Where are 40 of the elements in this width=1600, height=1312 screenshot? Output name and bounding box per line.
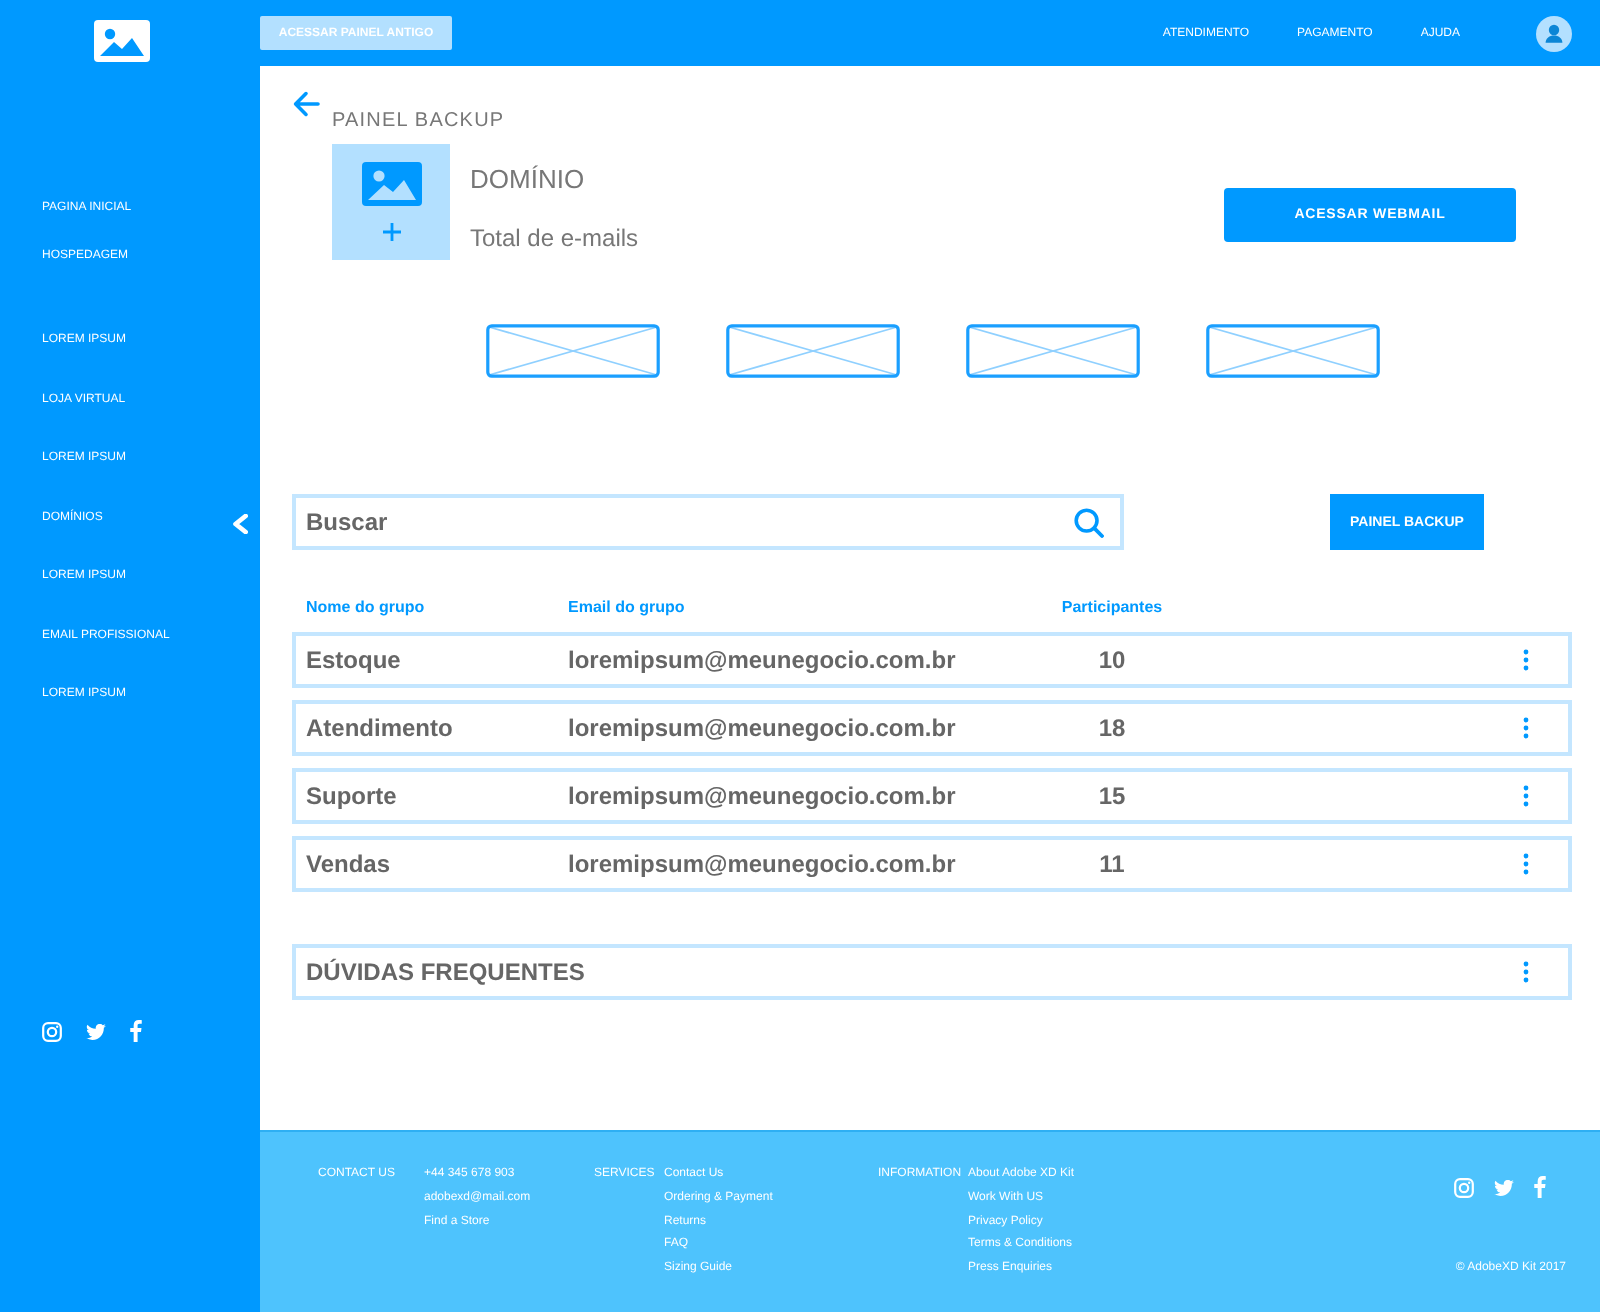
plus-icon xyxy=(381,222,401,242)
more-options-icon[interactable] xyxy=(1522,852,1530,876)
more-options-icon[interactable] xyxy=(1522,784,1530,808)
image-upload-tile[interactable] xyxy=(332,144,450,260)
table-cell: loremipsum@meunegocio.com.br xyxy=(568,782,956,810)
table-cell: 10 xyxy=(1098,646,1126,674)
more-options-icon[interactable] xyxy=(1522,960,1530,984)
twitter-icon[interactable] xyxy=(1494,1179,1514,1195)
logo-icon[interactable] xyxy=(94,20,150,62)
image-icon xyxy=(361,162,421,206)
table-cell: loremipsum@meunegocio.com.br xyxy=(568,646,956,674)
table-cell: loremipsum@meunegocio.com.br xyxy=(568,850,956,878)
chevron-left-icon[interactable] xyxy=(232,514,248,534)
instagram-icon[interactable] xyxy=(1454,1177,1474,1197)
table-cell: Suporte xyxy=(306,782,397,810)
more-options-icon[interactable] xyxy=(1522,716,1530,740)
faq-panel[interactable]: DÚVIDAS FREQUENTES xyxy=(292,944,1572,1000)
table-cell: Estoque xyxy=(306,646,401,674)
column-header: Participantes xyxy=(1061,598,1163,618)
column-header: Email do grupo xyxy=(568,598,685,618)
search-field[interactable]: Buscar xyxy=(292,494,1124,550)
column-header: Nome do grupo xyxy=(306,598,425,618)
twitter-icon[interactable] xyxy=(86,1023,106,1039)
faq-title: DÚVIDAS FREQUENTES xyxy=(306,958,585,986)
facebook-icon[interactable] xyxy=(1534,1176,1546,1198)
search-icon[interactable] xyxy=(1074,507,1104,537)
table-cell: 15 xyxy=(1098,782,1126,810)
user-avatar-icon[interactable] xyxy=(1536,15,1572,51)
table-cell: Atendimento xyxy=(306,714,453,742)
section-label: PAINEL BACKUP xyxy=(332,110,505,134)
back-arrow-icon[interactable] xyxy=(292,90,320,118)
email-total-label: Total de e-mails xyxy=(470,222,639,254)
domain-title: DOMÍNIO xyxy=(470,164,585,196)
facebook-icon[interactable] xyxy=(130,1020,142,1042)
table-cell: Vendas xyxy=(306,850,391,878)
table-cell: loremipsum@meunegocio.com.br xyxy=(568,714,956,742)
table-cell: 18 xyxy=(1098,714,1126,742)
table-cell: 11 xyxy=(1099,850,1125,878)
more-options-icon[interactable] xyxy=(1522,648,1530,672)
instagram-icon[interactable] xyxy=(42,1021,62,1041)
